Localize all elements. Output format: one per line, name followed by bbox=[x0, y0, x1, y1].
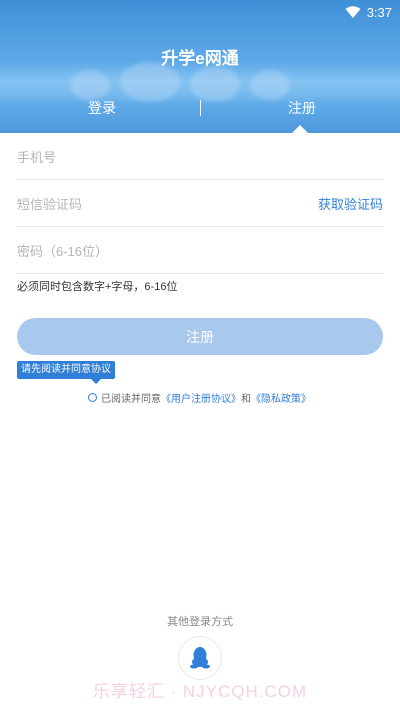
tab-login[interactable]: 登录 bbox=[88, 98, 116, 118]
password-placeholder: 密码（6-16位） bbox=[17, 243, 109, 259]
agreement-checkbox[interactable] bbox=[88, 392, 97, 402]
active-tab-indicator bbox=[292, 125, 308, 133]
watermark: 乐享轻汇 · NJYCQH.COM bbox=[92, 682, 308, 701]
status-bar: 3:37 bbox=[0, 0, 400, 24]
register-button[interactable]: 注册 bbox=[17, 318, 383, 355]
banner-decoration bbox=[70, 70, 110, 100]
banner-decoration bbox=[250, 70, 290, 100]
wifi-icon bbox=[345, 5, 361, 18]
status-time: 3:37 bbox=[366, 4, 392, 20]
agreement-tooltip: 请先阅读并同意协议 bbox=[17, 361, 115, 384]
password-field[interactable]: 密码（6-16位） bbox=[17, 227, 383, 274]
phone-field[interactable]: 手机号 bbox=[17, 133, 383, 180]
privacy-policy-link[interactable]: 《隐私政策》 bbox=[251, 390, 311, 405]
phone-placeholder: 手机号 bbox=[17, 149, 57, 165]
tab-divider bbox=[200, 100, 201, 116]
other-login-label: 其他登录方式 bbox=[167, 616, 233, 628]
agreement-and: 和 bbox=[241, 393, 251, 405]
get-code-button[interactable]: 获取验证码 bbox=[318, 194, 383, 213]
password-hint: 必须同时包含数字+字母，6-16位 bbox=[17, 281, 178, 293]
agreement-row: 已阅读并同意 《用户注册协议》 和 《隐私政策》 bbox=[88, 390, 311, 405]
agreement-prefix: 已阅读并同意 bbox=[101, 393, 161, 405]
banner-decoration bbox=[190, 66, 240, 102]
auth-tabs: 登录 注册 bbox=[0, 98, 400, 120]
qq-icon bbox=[190, 647, 210, 669]
user-agreement-link[interactable]: 《用户注册协议》 bbox=[161, 390, 241, 405]
qq-login-button[interactable] bbox=[178, 636, 222, 680]
header-banner: 3:37 升学e网通 登录 注册 bbox=[0, 0, 400, 133]
sms-code-field[interactable]: 短信验证码 获取验证码 bbox=[17, 180, 383, 227]
sms-code-placeholder: 短信验证码 bbox=[17, 196, 83, 212]
app-title: 升学e网通 bbox=[161, 49, 239, 68]
tab-register[interactable]: 注册 bbox=[288, 98, 316, 118]
